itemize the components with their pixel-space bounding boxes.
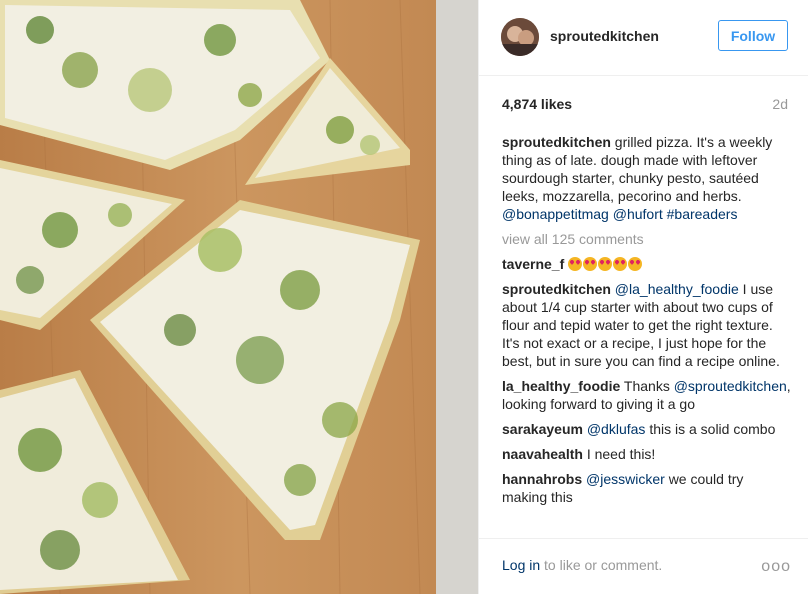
heart-eyes-emoji [613,257,628,271]
comment-item: sarakayeum @dklufas this is a solid comb… [502,420,792,438]
comment-username[interactable]: naavahealth [502,446,583,462]
post-image[interactable] [0,0,478,594]
login-prompt: Log in to like or comment. [502,557,662,573]
caption-tags[interactable]: @bonappetitmag @hufort #bareaders [502,206,737,222]
post-timestamp[interactable]: 2d [772,96,788,112]
comment-item: la_healthy_foodie Thanks @sproutedkitche… [502,377,792,413]
comment-username[interactable]: sproutedkitchen [502,281,611,297]
avatar-image [501,18,539,56]
comment-item: hannahrobs @jesswicker we could try maki… [502,470,792,506]
comment-mention[interactable]: @jesswicker [586,471,665,487]
heart-eyes-emoji [583,257,598,271]
post-details-panel: sproutedkitchen Follow 4,874 likes 2d sp… [478,0,808,594]
comment-item: sproutedkitchen @la_healthy_foodie I use… [502,280,792,370]
comment-username[interactable]: hannahrobs [502,471,582,487]
heart-eyes-emoji-row [568,256,643,272]
view-all-comments-link[interactable]: view all 125 comments [502,230,792,248]
login-prompt-text: to like or comment. [544,557,663,573]
comment-mention[interactable]: @la_healthy_foodie [615,281,739,297]
comment-mention[interactable]: @dklufas [587,421,646,437]
comment-item: naavahealth I need this! [502,445,792,463]
heart-eyes-emoji [628,257,643,271]
heart-eyes-emoji [598,257,613,271]
post-header: sproutedkitchen Follow [479,0,808,76]
pizza-photo [0,0,478,594]
caption: sproutedkitchen grilled pizza. It's a we… [502,133,792,223]
comment-item: taverne_f [502,255,792,273]
caption-username[interactable]: sproutedkitchen [502,134,611,150]
avatar[interactable] [501,18,539,56]
comment-mention[interactable]: @sproutedkitchen [674,378,787,394]
more-options-icon[interactable]: ooo [761,558,791,576]
comment-username[interactable]: la_healthy_foodie [502,378,620,394]
post-footer: Log in to like or comment. ooo [479,538,808,594]
follow-button[interactable]: Follow [718,20,788,51]
login-link[interactable]: Log in [502,557,540,573]
comment-username[interactable]: taverne_f [502,256,564,272]
comment-text-before: Thanks [623,378,670,394]
comments-list[interactable]: sproutedkitchen grilled pizza. It's a we… [502,133,792,523]
comment-text: this is a solid combo [649,421,776,437]
header-username[interactable]: sproutedkitchen [550,28,659,44]
comment-text: I need this! [586,446,656,462]
comment-username[interactable]: sarakayeum [502,421,583,437]
heart-eyes-emoji [568,257,583,271]
likes-count[interactable]: 4,874 likes [502,96,572,112]
